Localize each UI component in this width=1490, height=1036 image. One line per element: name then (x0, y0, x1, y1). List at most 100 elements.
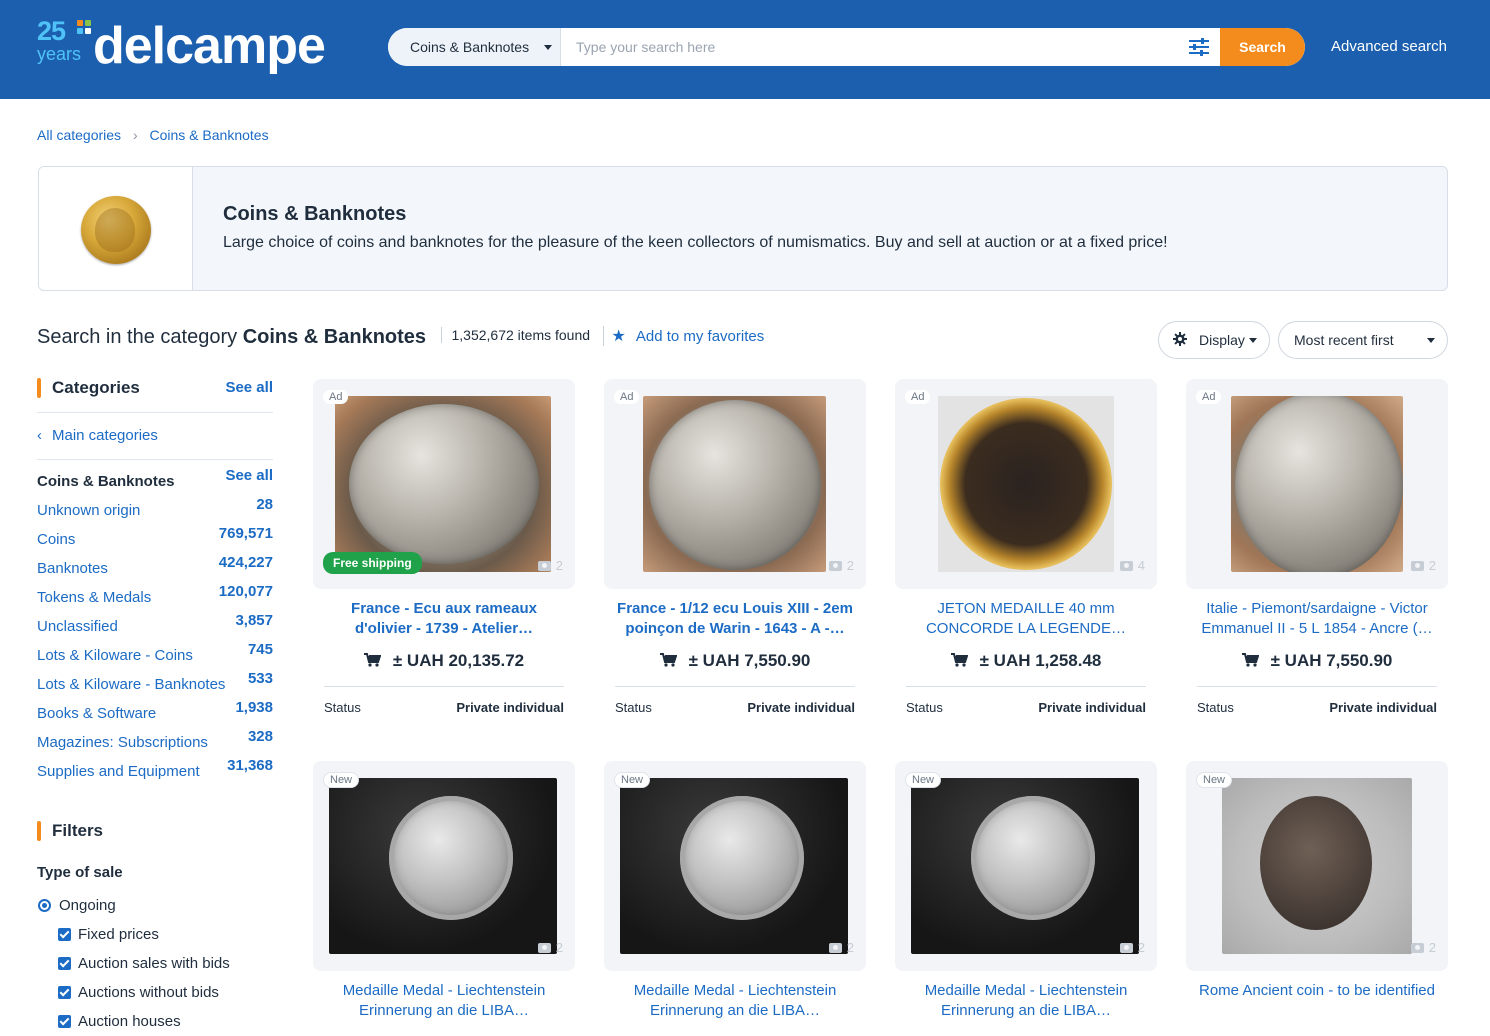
coin-image (349, 404, 539, 564)
ad-badge: Ad (614, 390, 640, 404)
sidebar-category-item[interactable]: Coins 769,571 (37, 525, 273, 554)
display-options-button[interactable]: Display (1158, 321, 1270, 359)
sidebar-category-item[interactable]: Banknotes 424,227 (37, 554, 273, 583)
sidebar-category-item[interactable]: Unclassified 3,857 (37, 612, 273, 641)
main-categories-link[interactable]: ‹ Main categories (37, 413, 273, 459)
item-price-value: ± UAH 20,135.72 (392, 651, 525, 670)
delcampe-logo[interactable]: 25 years delcampe (37, 16, 337, 78)
item-seller-type: Private individual (1329, 700, 1437, 715)
item-title-link[interactable]: JETON MEDAILLE 40 mm CONCORDE LA LEGENDE… (905, 599, 1147, 639)
ad-badge: Ad (323, 390, 349, 404)
item-image-box[interactable]: New 2 (1186, 761, 1448, 971)
item-card[interactable]: New 2 Medaille Medal - Liechtenstein Erinn… (895, 761, 1157, 1025)
gear-icon (1173, 332, 1187, 346)
sidebar-category-count: 120,077 (218, 583, 273, 600)
item-price-value: ± UAH 7,550.90 (1270, 651, 1393, 670)
item-image-box[interactable]: Ad 4 (895, 379, 1157, 589)
item-title-link[interactable]: Medaille Medal - Liechtenstein Erinnerun… (905, 981, 1147, 1021)
sidebar-category-count: 769,571 (218, 525, 273, 542)
item-title-link[interactable]: Medaille Medal - Liechtenstein Erinnerun… (614, 981, 856, 1021)
sale-type-checkbox[interactable]: Auction sales with bids (37, 949, 273, 978)
sidebar-category-item[interactable]: Lots & Kiloware - Coins 745 (37, 641, 273, 670)
divider (906, 686, 1146, 687)
photo-count-value: 4 (1137, 558, 1145, 573)
sidebar-category-count: 1,938 (235, 699, 273, 716)
photo-count-value: 2 (846, 940, 854, 955)
item-title-link[interactable]: Medaille Medal - Liechtenstein Erinnerun… (323, 981, 565, 1021)
search-category-select[interactable]: Coins & Banknotes (388, 28, 561, 66)
breadcrumb-all-categories[interactable]: All categories (37, 127, 121, 143)
photo-count: 2 (1410, 940, 1436, 955)
star-icon: ★ (611, 328, 626, 345)
cart-icon (950, 653, 968, 667)
display-label: Display (1199, 332, 1245, 348)
item-card[interactable]: Ad 2 France - 1/12 ecu Louis XIII - 2em po… (604, 379, 866, 719)
cart-icon (659, 653, 677, 667)
camera-icon (828, 943, 842, 953)
item-image-box[interactable]: New 2 (604, 761, 866, 971)
item-image-box[interactable]: New 2 (313, 761, 575, 971)
sidebar-category-label: Lots & Kiloware - Banknotes (37, 676, 226, 693)
search-summary: Search in the category Coins & Banknotes… (37, 326, 764, 352)
chevron-down-icon (1249, 338, 1257, 343)
item-title-link[interactable]: France - Ecu aux rameaux d'olivier - 173… (323, 599, 565, 639)
radio-selected-icon (38, 899, 51, 912)
ad-badge: Ad (905, 390, 931, 404)
sidebar-category-label: Tokens & Medals (37, 589, 152, 606)
item-card[interactable]: New 2 Medaille Medal - Liechtenstein Erinn… (313, 761, 575, 1025)
coin-image (649, 400, 821, 570)
sort-select[interactable]: Most recent first (1278, 321, 1448, 359)
checkbox-label: Auction sales with bids (78, 955, 230, 972)
item-card[interactable]: Ad 2 Italie - Piemont/sardaigne - Victor E… (1186, 379, 1448, 719)
item-image-box[interactable]: New 2 (895, 761, 1157, 971)
sale-type-checkboxes: Fixed prices Auction sales with bids Aucti… (37, 920, 273, 1036)
item-card[interactable]: New 2 Medaille Medal - Liechtenstein Erinn… (604, 761, 866, 1025)
advanced-search-link[interactable]: Advanced search (1331, 38, 1447, 55)
new-badge: New (614, 772, 651, 788)
filter-sliders-icon[interactable] (1188, 38, 1210, 56)
new-badge: New (323, 772, 360, 788)
cart-icon (1241, 653, 1259, 667)
item-image-box[interactable]: Ad Free shipping 2 (313, 379, 575, 589)
sidebar-category-item[interactable]: Magazines: Subscriptions 328 (37, 728, 273, 757)
item-card[interactable]: Ad 4 JETON MEDAILLE 40 mm CONCORDE LA LEGE… (895, 379, 1157, 719)
coin-image (680, 796, 804, 920)
chevron-right-icon: › (132, 127, 138, 143)
current-category-see-all-link[interactable]: See all (225, 467, 273, 484)
item-card[interactable]: New 2 Rome Ancient coin - to be identified (1186, 761, 1448, 1025)
logo-brand: delcampe (93, 17, 326, 75)
item-title-link[interactable]: Italie - Piemont/sardaigne - Victor Emma… (1196, 599, 1438, 639)
site-header: 25 years delcampe Coins & Banknotes Sear… (0, 0, 1490, 99)
sidebar-category-item[interactable]: Unknown origin 28 (37, 496, 273, 525)
sale-type-checkbox[interactable]: Fixed prices (37, 920, 273, 949)
sale-type-checkbox[interactable]: Auction houses (37, 1007, 273, 1036)
item-image-box[interactable]: Ad 2 (604, 379, 866, 589)
sidebar-category-item[interactable]: Books & Software 1,938 (37, 699, 273, 728)
camera-icon (828, 561, 842, 571)
ongoing-radio[interactable]: Ongoing (37, 891, 273, 920)
category-banner: Coins & Banknotes Large choice of coins … (38, 166, 1448, 291)
checkbox-checked-icon (58, 986, 71, 999)
category-description: Large choice of coins and banknotes for … (223, 234, 1168, 251)
breadcrumb-coins-banknotes[interactable]: Coins & Banknotes (150, 127, 269, 143)
search-input[interactable] (562, 28, 1182, 66)
item-title-link[interactable]: Rome Ancient coin - to be identified (1196, 981, 1438, 1001)
items-found-count: 1,352,672 items found (440, 327, 590, 343)
sidebar-category-item[interactable]: Lots & Kiloware - Banknotes 533 (37, 670, 273, 699)
item-seller-type: Private individual (1038, 700, 1146, 715)
divider (615, 686, 855, 687)
categories-see-all-link[interactable]: See all (225, 379, 273, 396)
sale-type-checkbox[interactable]: Auctions without bids (37, 978, 273, 1007)
item-status-label: Status (324, 700, 361, 715)
checkbox-checked-icon (58, 957, 71, 970)
camera-icon (1119, 943, 1133, 953)
item-card[interactable]: Ad Free shipping 2 France - Ecu aux rameaux… (313, 379, 575, 719)
coin-image (1260, 796, 1372, 930)
sidebar-category-item[interactable]: Tokens & Medals 120,077 (37, 583, 273, 612)
photo-count-value: 2 (846, 558, 854, 573)
item-image-box[interactable]: Ad 2 (1186, 379, 1448, 589)
add-to-favorites-link[interactable]: ★ Add to my favorites (602, 326, 764, 346)
item-title-link[interactable]: France - 1/12 ecu Louis XIII - 2em poinç… (614, 599, 856, 639)
search-button[interactable]: Search (1220, 28, 1305, 66)
sidebar-category-item[interactable]: Supplies and Equipment 31,368 (37, 757, 273, 786)
